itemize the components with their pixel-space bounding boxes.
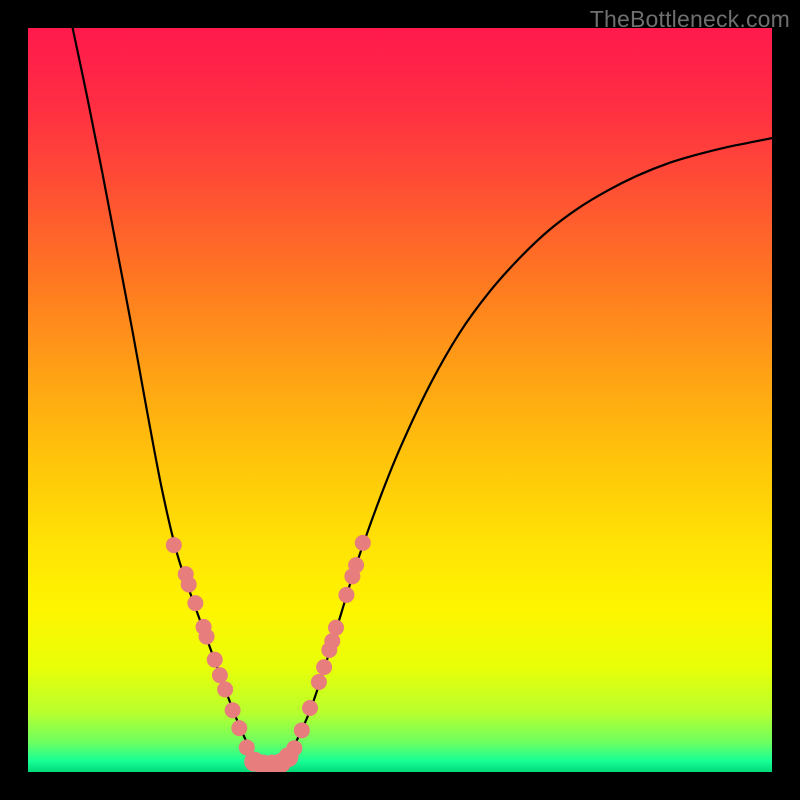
marker-right-3 bbox=[311, 674, 327, 690]
gradient-background bbox=[28, 28, 772, 772]
marker-left-7 bbox=[212, 667, 228, 683]
marker-right-4 bbox=[316, 659, 332, 675]
marker-right-6 bbox=[324, 633, 340, 649]
marker-bottom-4 bbox=[278, 747, 298, 767]
marker-right-10 bbox=[348, 557, 364, 573]
plot-area bbox=[28, 28, 772, 772]
chart-svg bbox=[28, 28, 772, 772]
marker-right-11 bbox=[355, 535, 371, 551]
marker-right-8 bbox=[338, 587, 354, 603]
marker-left-9 bbox=[225, 702, 241, 718]
marker-left-0 bbox=[166, 537, 182, 553]
marker-left-10 bbox=[231, 720, 247, 736]
marker-right-7 bbox=[328, 620, 344, 636]
watermark-text: TheBottleneck.com bbox=[590, 6, 790, 33]
marker-left-8 bbox=[217, 681, 233, 697]
marker-left-3 bbox=[187, 595, 203, 611]
marker-left-6 bbox=[207, 652, 223, 668]
outer-black-frame: TheBottleneck.com bbox=[0, 0, 800, 800]
marker-right-2 bbox=[302, 700, 318, 716]
marker-left-5 bbox=[199, 629, 215, 645]
marker-right-1 bbox=[294, 722, 310, 738]
marker-left-2 bbox=[181, 577, 197, 593]
